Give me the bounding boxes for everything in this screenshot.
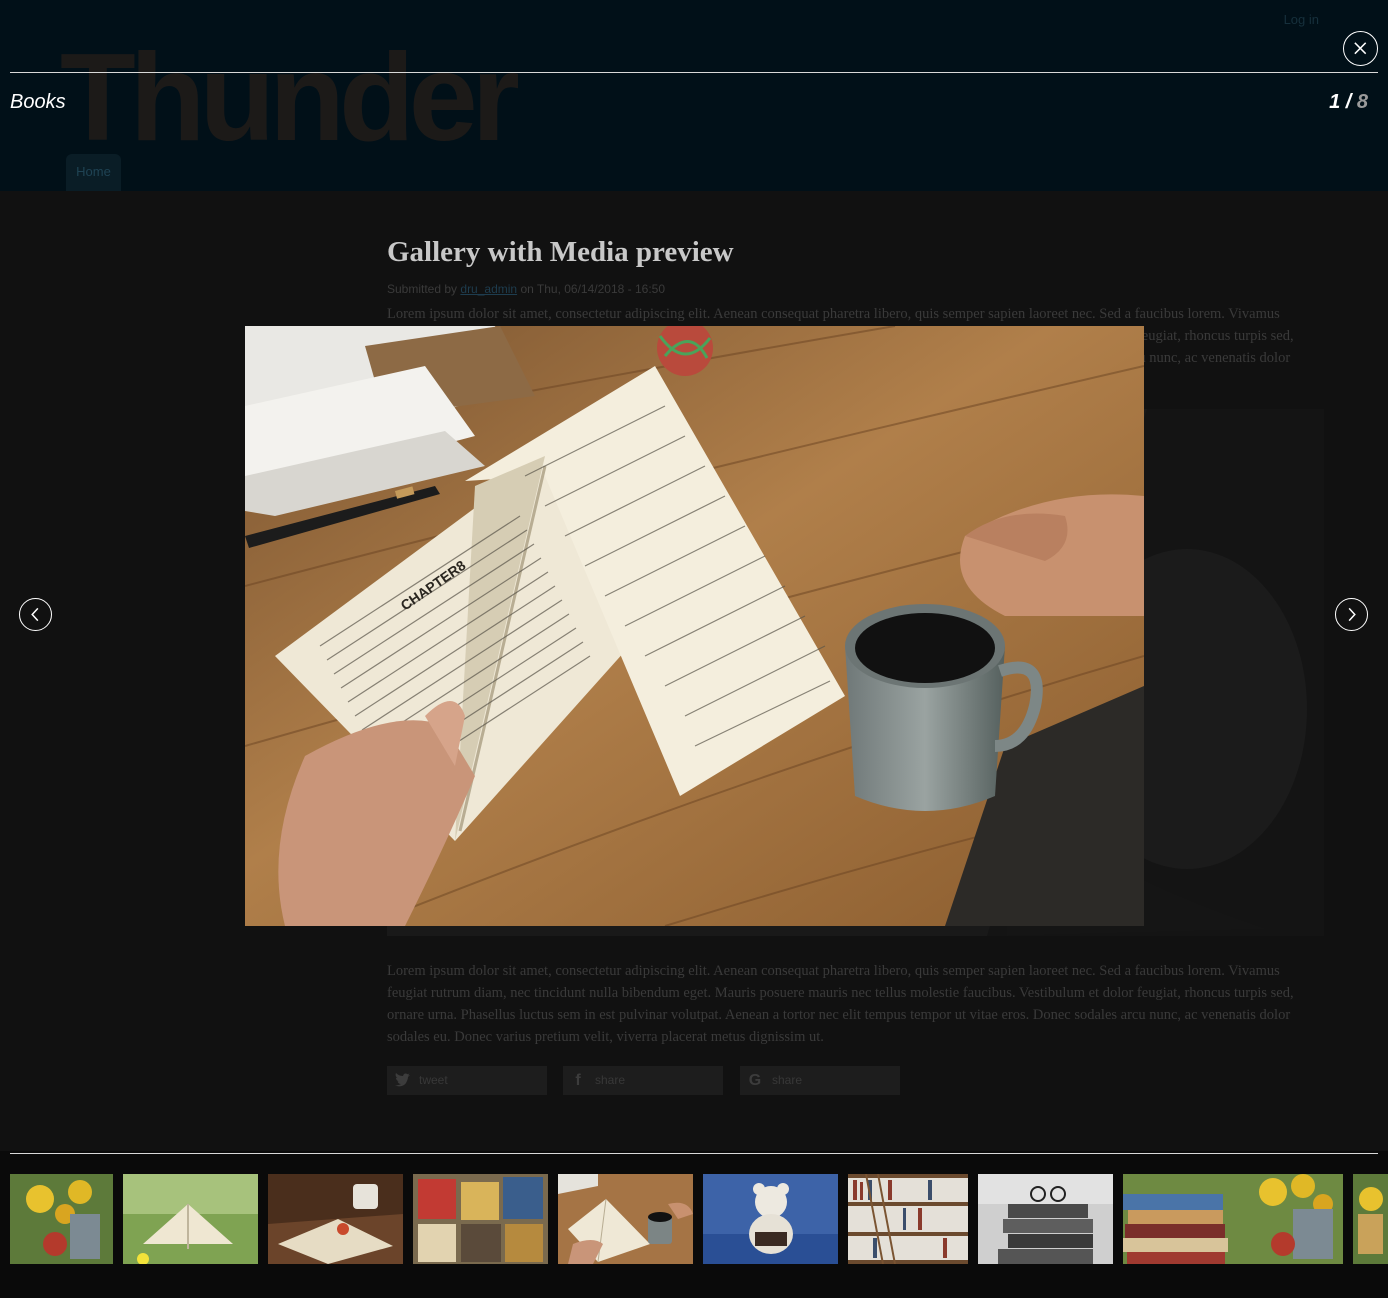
thumbnail[interactable] [978, 1174, 1113, 1264]
google-share-label: share [772, 1073, 803, 1087]
submitted-prefix: Submitted by [387, 282, 458, 296]
article-title: Gallery with Media preview [387, 236, 734, 268]
facebook-icon: f [575, 1072, 581, 1089]
counter-separator: / [1340, 91, 1357, 113]
facebook-share-button[interactable]: f share [563, 1066, 723, 1095]
login-link[interactable]: Log in [1284, 12, 1319, 27]
slide-counter: 1 / 8 [1329, 91, 1368, 114]
counter-current: 1 [1329, 91, 1341, 113]
counter-total: 8 [1356, 91, 1368, 113]
facebook-share-label: share [595, 1073, 626, 1087]
chevron-right-icon [1348, 607, 1356, 622]
lightbox-top-divider [10, 72, 1378, 73]
nav-home-tab[interactable]: Home [66, 154, 121, 191]
submitted-line: Submitted by dru_admin on Thu, 06/14/201… [387, 282, 665, 296]
close-icon [1354, 42, 1367, 55]
site-logo: Thunder [60, 29, 520, 167]
lightbox-close-button[interactable] [1343, 31, 1378, 66]
submitted-date: on Thu, 06/14/2018 - 16:50 [520, 282, 665, 296]
thumbnail[interactable] [413, 1174, 548, 1264]
thumbnail[interactable] [1123, 1174, 1343, 1264]
gallery-title: Books [10, 91, 66, 113]
article-paragraph: Lorem ipsum dolor sit amet, consectetur … [387, 963, 1294, 1045]
thumbnail[interactable] [703, 1174, 838, 1264]
thumbnail[interactable] [848, 1174, 968, 1264]
twitter-share-label: tweet [419, 1073, 448, 1087]
thumbnail-strip [0, 1174, 1388, 1264]
thumbnail[interactable] [1353, 1174, 1388, 1264]
next-slide-button[interactable] [1335, 598, 1368, 631]
thumbnail[interactable] [268, 1174, 403, 1264]
lightbox-main-image: CHAPTER8 [245, 326, 1144, 926]
author-link[interactable]: dru_admin [460, 282, 517, 296]
twitter-icon [393, 1072, 411, 1090]
lightbox-bottom-divider [10, 1153, 1378, 1154]
thumbnail[interactable] [123, 1174, 258, 1264]
thumbnail-active[interactable] [558, 1174, 693, 1264]
google-share-button[interactable]: G share [740, 1066, 900, 1095]
site-header: Log in Thunder Home [0, 0, 1388, 191]
twitter-share-button[interactable]: tweet [387, 1066, 547, 1095]
chevron-left-icon [31, 607, 39, 622]
google-plus-icon: G [748, 1072, 762, 1089]
previous-slide-button[interactable] [19, 598, 52, 631]
thumbnail[interactable] [10, 1174, 113, 1264]
